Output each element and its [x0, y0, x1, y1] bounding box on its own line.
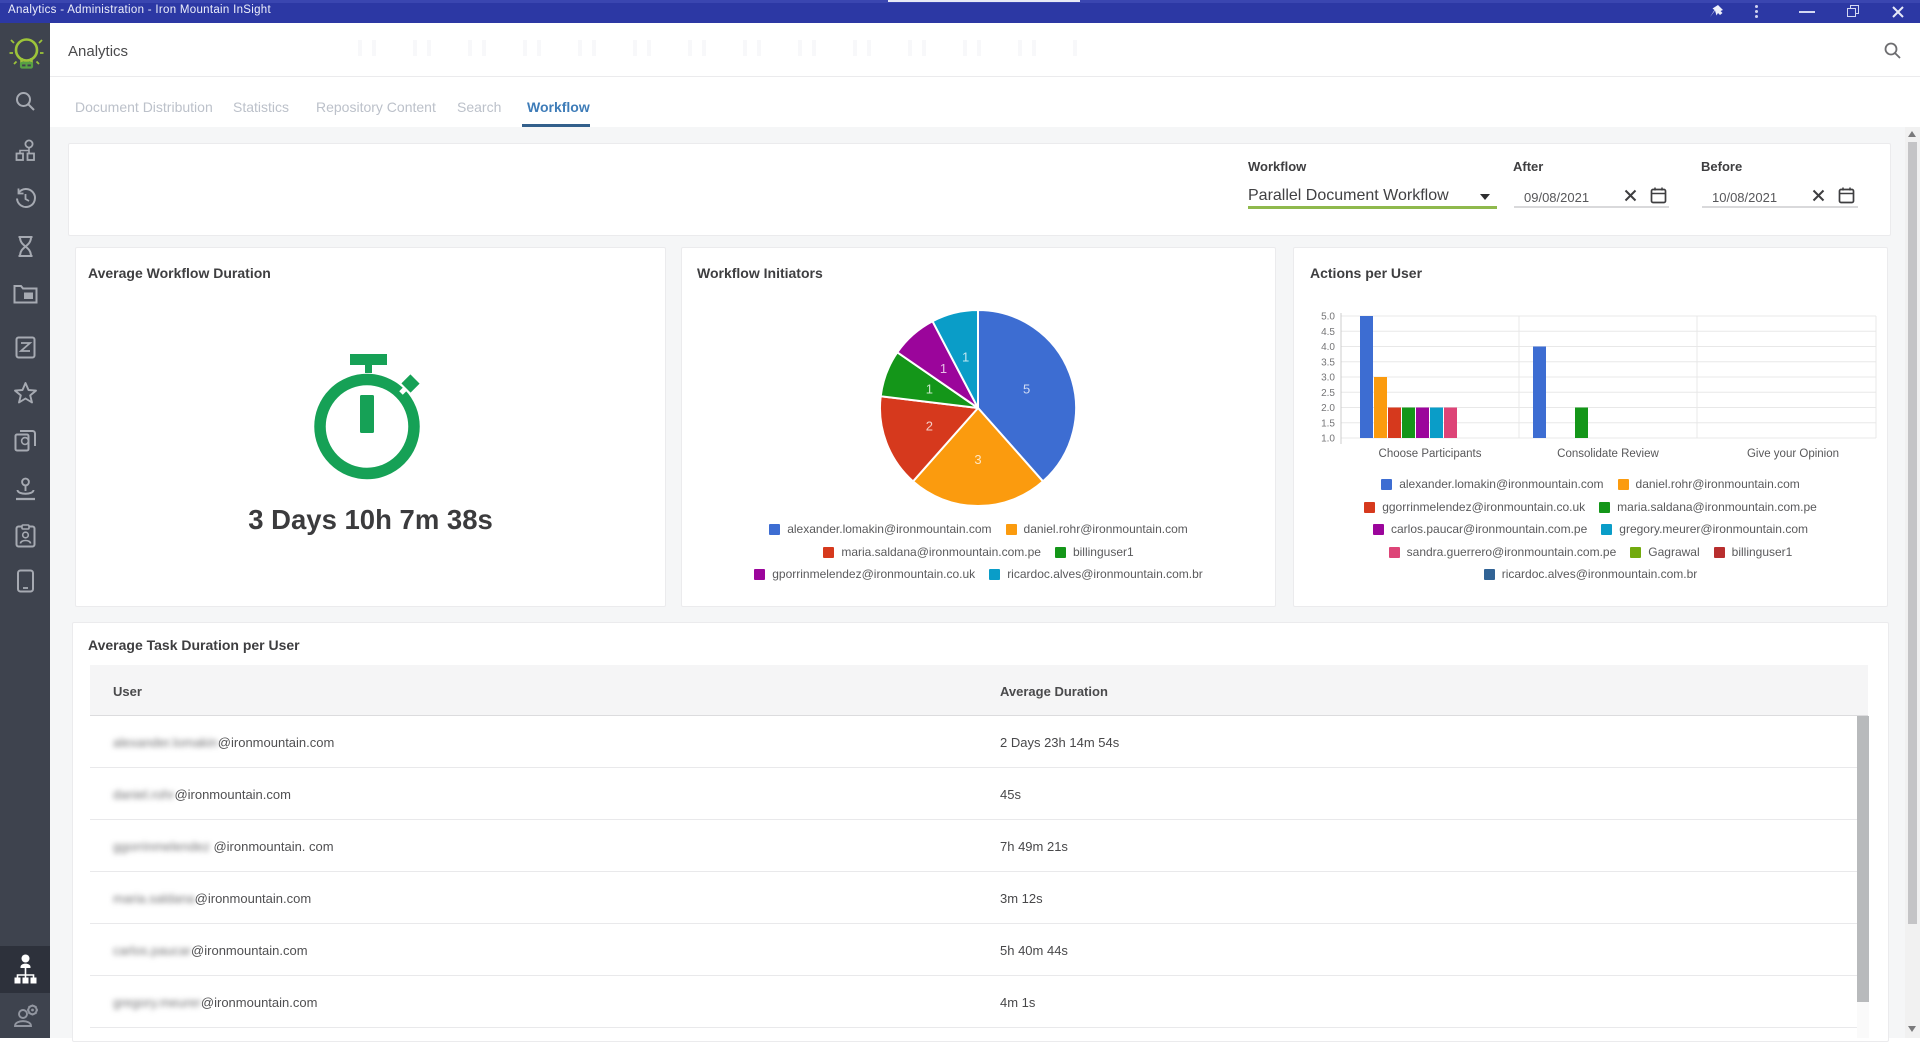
svg-text:Choose Participants: Choose Participants	[1379, 448, 1482, 460]
svg-text:1.0: 1.0	[1321, 434, 1335, 445]
svg-text:Consolidate Review: Consolidate Review	[1557, 448, 1659, 460]
svg-text:1: 1	[940, 361, 947, 376]
svg-text:3: 3	[974, 452, 981, 467]
svg-text:Give your Opinion: Give your Opinion	[1747, 448, 1839, 460]
svg-text:2: 2	[926, 418, 933, 433]
svg-text:5: 5	[1023, 382, 1030, 397]
svg-text:4.0: 4.0	[1321, 342, 1335, 353]
svg-text:2.5: 2.5	[1321, 388, 1335, 399]
svg-text:4.5: 4.5	[1321, 327, 1335, 338]
svg-text:3.0: 3.0	[1321, 373, 1335, 384]
svg-text:1: 1	[962, 350, 969, 365]
svg-text:5.0: 5.0	[1321, 312, 1335, 323]
svg-text:3.5: 3.5	[1321, 357, 1335, 368]
svg-text:1: 1	[926, 382, 933, 397]
svg-text:1.5: 1.5	[1321, 418, 1335, 429]
svg-text:2.0: 2.0	[1321, 403, 1335, 414]
